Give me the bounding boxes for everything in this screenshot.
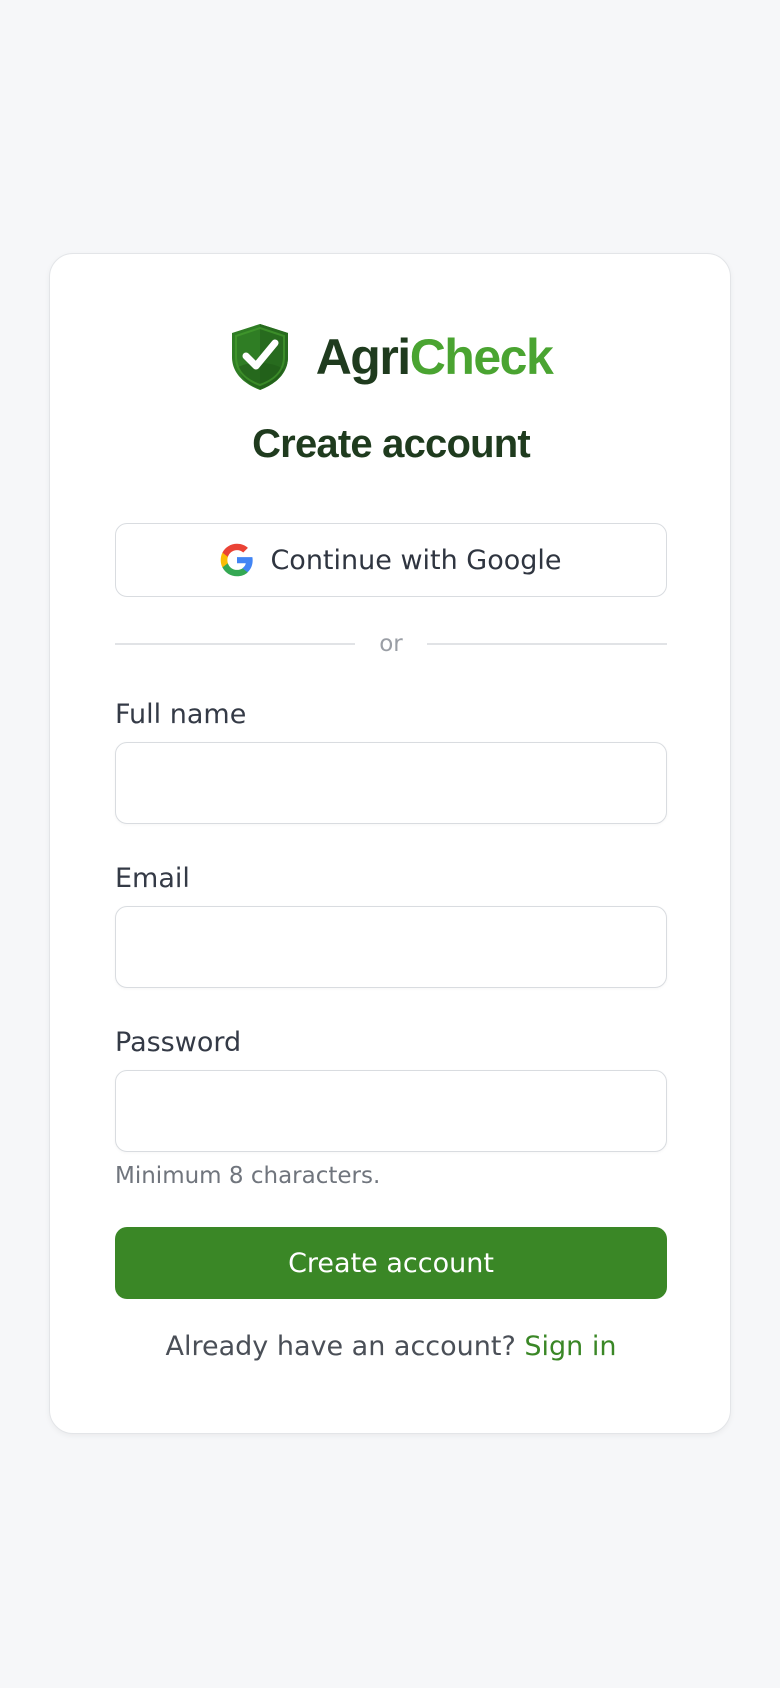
full-name-input[interactable] — [115, 742, 667, 824]
password-input[interactable] — [115, 1070, 667, 1152]
page-title: Create account — [252, 422, 531, 466]
email-label: Email — [115, 863, 190, 894]
signup-card: AgriCheck Create account Continue with G… — [49, 253, 731, 1434]
shield-check-icon — [231, 324, 288, 390]
divider-line-left — [115, 643, 355, 645]
divider-text: or — [379, 631, 403, 657]
password-hint: Minimum 8 characters. — [115, 1163, 381, 1189]
or-divider: or — [115, 629, 667, 659]
sign-in-link[interactable]: Sign in — [524, 1331, 616, 1362]
brand-name: AgriCheck — [315, 329, 554, 385]
continue-with-google-button[interactable]: Continue with Google — [115, 523, 667, 597]
email-input[interactable] — [115, 906, 667, 988]
create-account-button[interactable]: Create account — [115, 1227, 667, 1299]
divider-line-right — [427, 643, 667, 645]
signin-prompt-text: Already have an account? — [165, 1331, 516, 1362]
signin-prompt: Already have an account? Sign in — [50, 1331, 732, 1362]
google-button-label: Continue with Google — [270, 544, 562, 576]
full-name-label: Full name — [115, 699, 247, 730]
brand-name-part1: Agri — [315, 329, 412, 385]
google-icon — [221, 543, 254, 577]
password-label: Password — [115, 1027, 242, 1058]
brand-header: AgriCheck — [50, 322, 732, 392]
brand-name-part2: Check — [409, 329, 554, 385]
